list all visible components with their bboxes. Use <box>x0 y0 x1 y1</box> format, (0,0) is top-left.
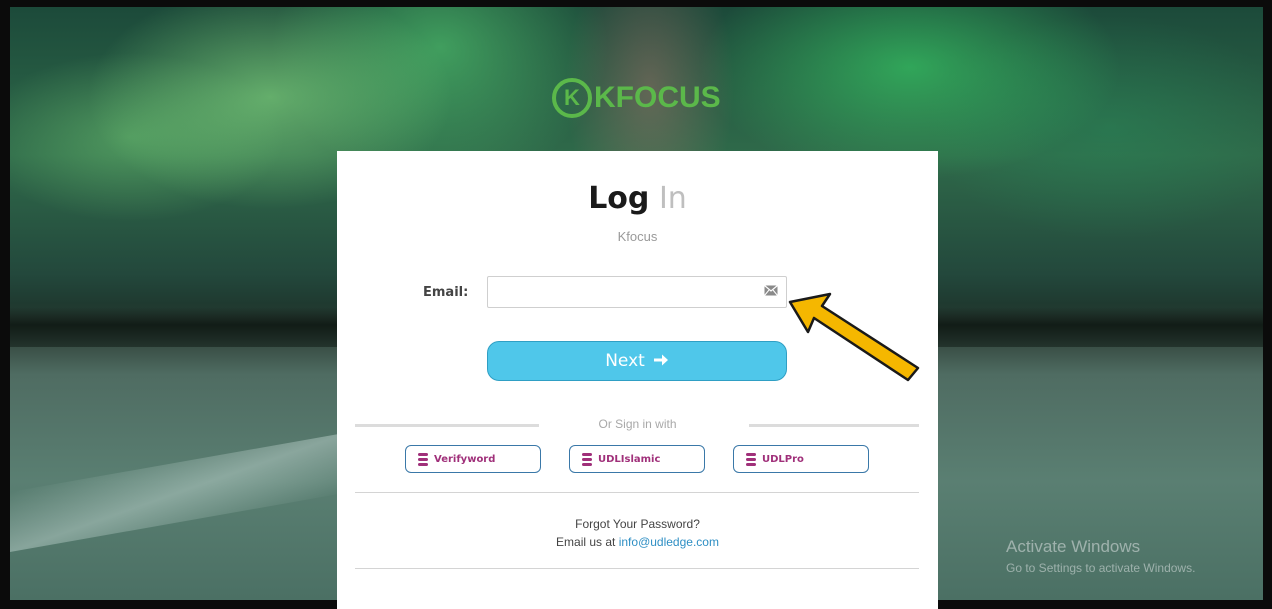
sso-udlislamic-button[interactable]: UDLIslamic <box>569 445 705 473</box>
envelope-icon <box>764 285 778 296</box>
page-subtitle: Kfocus <box>617 229 658 244</box>
database-icon <box>418 452 428 466</box>
next-button-label: Next <box>605 351 645 371</box>
title-light: In <box>658 181 687 216</box>
title-bold: Log <box>588 181 650 216</box>
section-divider <box>355 492 919 493</box>
email-field[interactable] <box>487 276 787 308</box>
database-icon <box>746 452 756 466</box>
windows-activation-watermark: Activate Windows Go to Settings to activ… <box>1006 537 1195 575</box>
sso-label: UDLIslamic <box>598 453 661 465</box>
watermark-line2: Go to Settings to activate Windows. <box>1006 561 1196 575</box>
email-label: Email: <box>423 285 469 300</box>
logo-text: KFOCUS <box>594 81 721 114</box>
forgot-password-block: Forgot Your Password? Email us at info@u… <box>337 515 938 551</box>
contact-email-link[interactable]: info@udledge.com <box>619 535 719 549</box>
kfocus-logo: K KFOCUS <box>552 76 721 120</box>
next-button[interactable]: Next <box>487 341 787 381</box>
contact-line: Email us at info@udledge.com <box>337 533 938 551</box>
arrow-right-icon <box>653 351 669 372</box>
sso-udlpro-button[interactable]: UDLPro <box>733 445 869 473</box>
watermark-line1: Activate Windows <box>1006 537 1141 556</box>
forgot-password-text: Forgot Your Password? <box>575 517 700 531</box>
annotation-arrow-icon <box>788 292 920 382</box>
bottom-divider <box>355 568 919 569</box>
sso-verifyword-button[interactable]: Verifyword <box>405 445 541 473</box>
database-icon <box>582 452 592 466</box>
divider-right <box>749 424 919 427</box>
sso-label: UDLPro <box>762 453 804 465</box>
page-title: Log In <box>337 181 938 216</box>
sso-label: Verifyword <box>434 453 496 465</box>
contact-prefix: Email us at <box>556 535 616 549</box>
logo-mark-icon: K <box>552 78 592 118</box>
